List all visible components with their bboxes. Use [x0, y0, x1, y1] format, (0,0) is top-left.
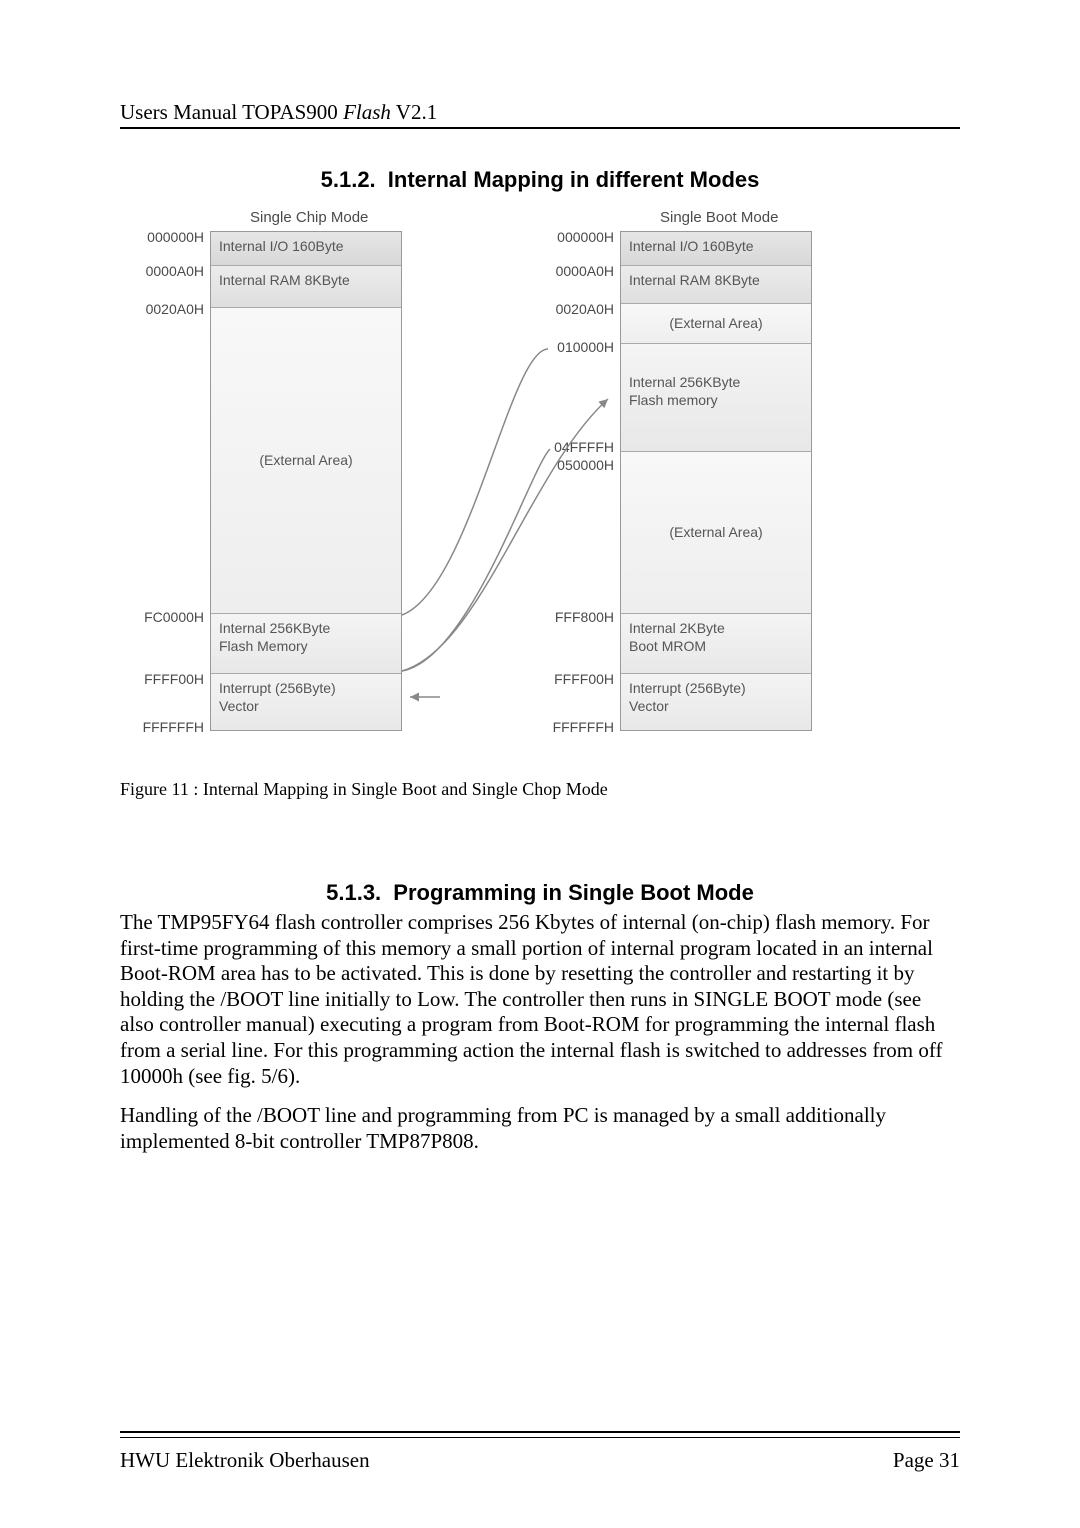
section-num-5-1-2: 5.1.2.: [321, 167, 376, 192]
addr-right-5: 050000H: [540, 457, 614, 473]
page-footer: HWU Elektronik Oberhausen Page 31: [120, 1431, 960, 1473]
header-suffix: V2.1: [391, 100, 437, 124]
mem-left-vector: Interrupt (256Byte) Vector: [211, 674, 401, 730]
mem-right-ext2: (External Area): [621, 452, 811, 614]
addr-right-2: 0020A0H: [540, 301, 614, 317]
addr-right-7: FFFF00H: [540, 671, 614, 687]
addr-left-5: FFFFFFH: [130, 719, 204, 735]
paragraph-1: The TMP95FY64 flash controller comprises…: [120, 910, 960, 1089]
addr-right-0: 000000H: [540, 229, 614, 245]
addr-left-2: 0020A0H: [130, 301, 204, 317]
mem-right-io: Internal I/O 160Byte: [621, 232, 811, 266]
mem-right-flash: Internal 256KByte Flash memory: [621, 344, 811, 452]
running-header: Users Manual TOPAS900 Flash V2.1: [120, 100, 960, 129]
addr-right-8: FFFFFFH: [540, 719, 614, 735]
mem-right-ram: Internal RAM 8KByte: [621, 266, 811, 304]
addr-right-1: 0000A0H: [540, 263, 614, 279]
header-italic: Flash: [343, 100, 391, 124]
section-title-5-1-3: Programming in Single Boot Mode: [393, 880, 754, 905]
mem-col-right: Internal I/O 160Byte Internal RAM 8KByte…: [620, 231, 812, 731]
addr-left-1: 0000A0H: [130, 263, 204, 279]
figure-memory-map: Single Chip Mode Single Boot Mode 000000…: [130, 209, 880, 769]
addr-left-3: FC0000H: [130, 609, 204, 625]
mem-right-vector: Interrupt (256Byte) Vector: [621, 674, 811, 730]
footer-right: Page 31: [893, 1448, 960, 1473]
mem-left-ram: Internal RAM 8KByte: [211, 266, 401, 308]
footer-left: HWU Elektronik Oberhausen: [120, 1448, 370, 1473]
left-column-title: Single Chip Mode: [250, 209, 368, 226]
paragraph-2: Handling of the /BOOT line and programmi…: [120, 1103, 960, 1154]
addr-right-3: 010000H: [540, 339, 614, 355]
header-prefix: Users Manual TOPAS900: [120, 100, 343, 124]
right-column-title: Single Boot Mode: [660, 209, 778, 226]
mem-left-io: Internal I/O 160Byte: [211, 232, 401, 266]
figure-caption: Figure 11 : Internal Mapping in Single B…: [120, 779, 960, 800]
mem-left-ext: (External Area): [211, 308, 401, 614]
addr-left-4: FFFF00H: [130, 671, 204, 687]
mem-left-flash: Internal 256KByte Flash Memory: [211, 614, 401, 674]
mem-right-ext1: (External Area): [621, 304, 811, 344]
addr-left-0: 000000H: [130, 229, 204, 245]
addr-right-6: FFF800H: [540, 609, 614, 625]
section-title-5-1-2: Internal Mapping in different Modes: [388, 167, 760, 192]
mem-col-left: Internal I/O 160Byte Internal RAM 8KByte…: [210, 231, 402, 731]
section-heading-5-1-2: 5.1.2. Internal Mapping in different Mod…: [120, 167, 960, 193]
addr-right-4: 04FFFFH: [540, 439, 614, 455]
mem-right-boot: Internal 2KByte Boot MROM: [621, 614, 811, 674]
section-heading-5-1-3: 5.1.3. Programming in Single Boot Mode: [120, 880, 960, 906]
section-num-5-1-3: 5.1.3.: [326, 880, 381, 905]
